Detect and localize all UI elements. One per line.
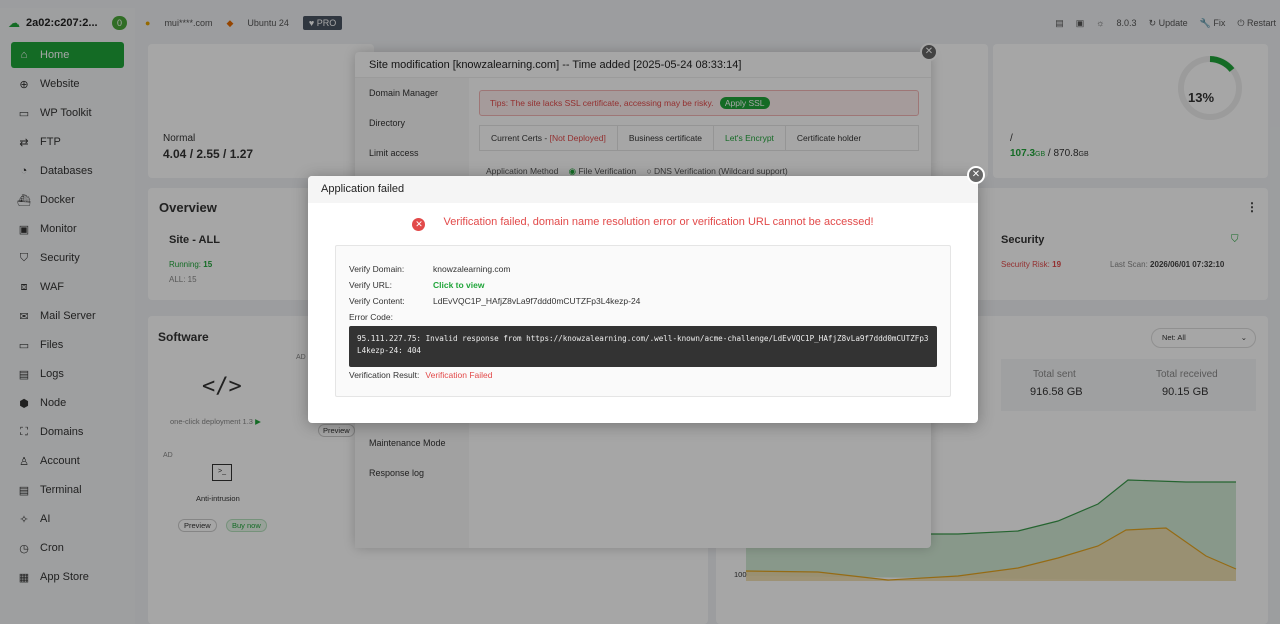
result-value: Verification Failed [425, 370, 493, 380]
error-code-label: Error Code: [349, 312, 393, 322]
verify-domain-row: Verify Domain: knowzalearning.com [349, 264, 510, 274]
dialog-title: Application failed [308, 176, 978, 203]
verify-domain-value: knowzalearning.com [433, 264, 511, 274]
verify-content-row: Verify Content: LdEvVQC1P_HAfjZ8vLa9f7ddd… [349, 296, 640, 306]
verify-url-link[interactable]: Click to view [433, 280, 485, 290]
verification-result-row: Verification Result: Verification Failed [349, 370, 493, 380]
verify-content-value: LdEvVQC1P_HAfjZ8vLa9f7ddd0mCUTZFp3L4kezp… [433, 296, 641, 306]
error-text: Verification failed, domain name resolut… [443, 216, 874, 228]
verification-details: Verify Domain: knowzalearning.com Verify … [335, 245, 951, 397]
error-message: ✕ Verification failed, domain name resolu… [308, 216, 978, 231]
error-code-block: 95.111.227.75: Invalid response from htt… [349, 326, 937, 367]
error-icon: ✕ [412, 218, 426, 231]
verify-content-label: Verify Content: [349, 296, 405, 306]
dialog-close-icon[interactable]: ✕ [967, 166, 985, 184]
result-label: Verification Result: [349, 370, 420, 380]
application-failed-dialog: Application failed ✕ Verification failed,… [308, 176, 978, 423]
verify-url-row: Verify URL: Click to view [349, 280, 485, 290]
verify-domain-label: Verify Domain: [349, 264, 405, 274]
verify-url-label: Verify URL: [349, 280, 392, 290]
